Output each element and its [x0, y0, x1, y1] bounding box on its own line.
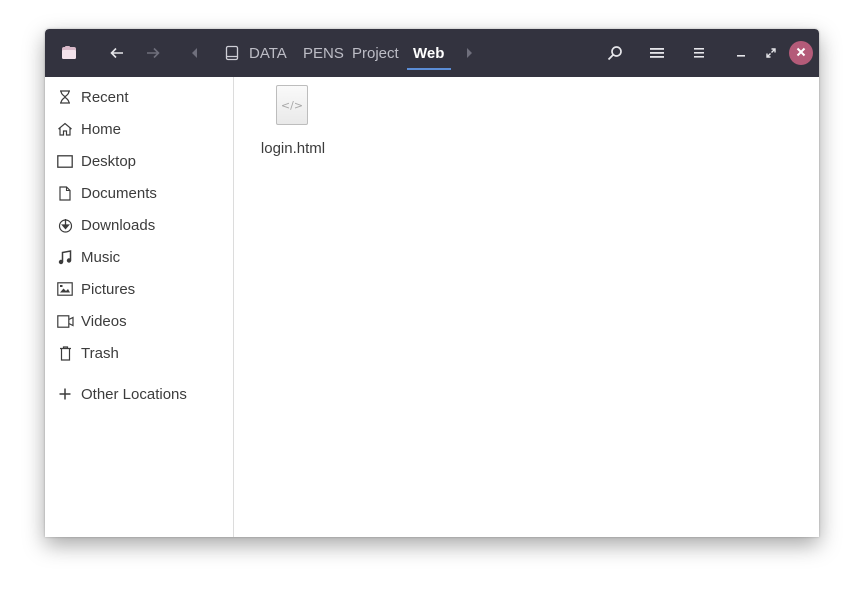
close-icon	[796, 44, 806, 62]
sidebar-item-label: Pictures	[81, 280, 136, 298]
close-button[interactable]	[789, 41, 813, 65]
sidebar-item-label: Documents	[81, 184, 157, 202]
header-bar: DATA PENS Project Web	[45, 29, 819, 77]
active-breadcrumb-indicator	[407, 68, 451, 70]
back-button[interactable]	[105, 29, 129, 77]
search-icon	[607, 45, 623, 61]
sidebar-item-videos[interactable]: Videos	[45, 305, 233, 337]
sidebar-item-label: Home	[81, 120, 122, 138]
places-sidebar: Recent Home Desktop Documents Downloads	[45, 77, 234, 537]
hamburger-menu-icon	[693, 46, 705, 60]
download-icon	[56, 216, 74, 234]
sidebar-item-label: Desktop	[81, 152, 137, 170]
trash-icon	[56, 344, 74, 362]
sidebar-item-music[interactable]: Music	[45, 241, 233, 273]
video-camera-icon	[56, 312, 74, 330]
document-icon	[56, 184, 74, 202]
minimize-icon	[736, 48, 746, 58]
home-icon	[56, 120, 74, 138]
sidebar-item-label: Trash	[81, 344, 119, 362]
sidebar-item-downloads[interactable]: Downloads	[45, 209, 233, 241]
sidebar-item-pictures[interactable]: Pictures	[45, 273, 233, 305]
minimize-button[interactable]	[733, 29, 749, 77]
html-file-icon: </>	[276, 85, 308, 125]
breadcrumb-scroll-left-button[interactable]	[187, 29, 203, 77]
view-toggle-button[interactable]	[645, 29, 669, 77]
sidebar-item-label: Music	[81, 248, 121, 266]
sidebar-item-other-locations[interactable]: Other Locations	[45, 378, 233, 410]
file-view[interactable]: </> login.html	[234, 77, 819, 537]
breadcrumb-scroll-right-button[interactable]	[461, 29, 477, 77]
sidebar-item-documents[interactable]: Documents	[45, 177, 233, 209]
maximize-button[interactable]	[763, 29, 779, 77]
breadcrumb-project[interactable]: Project	[352, 29, 399, 77]
sidebar-item-desktop[interactable]: Desktop	[45, 145, 233, 177]
chevron-right-icon	[465, 48, 473, 58]
hourglass-icon	[56, 88, 74, 106]
sidebar-item-label: Other Locations	[81, 385, 187, 403]
music-note-icon	[56, 248, 74, 266]
file-name: login.html	[260, 140, 326, 157]
file-manager-window: DATA PENS Project Web Recent Home Deskto…	[45, 29, 819, 537]
sidebar-item-home[interactable]: Home	[45, 113, 233, 145]
sidebar-item-label: Recent	[81, 88, 129, 106]
maximize-icon	[766, 48, 776, 58]
drive-icon[interactable]	[224, 29, 240, 77]
arrow-right-icon	[146, 46, 160, 60]
file-item[interactable]: </> login.html	[248, 85, 338, 157]
desktop-icon	[56, 152, 74, 170]
breadcrumb-data[interactable]: DATA	[249, 29, 287, 77]
search-button[interactable]	[603, 29, 627, 77]
sidebar-item-label: Downloads	[81, 216, 156, 234]
arrow-left-icon	[110, 46, 124, 60]
forward-button[interactable]	[141, 29, 165, 77]
chevron-left-icon	[191, 48, 199, 58]
plus-icon	[56, 385, 74, 403]
breadcrumb-pens[interactable]: PENS	[303, 29, 344, 77]
sidebar-item-label: Videos	[81, 312, 127, 330]
menu-button[interactable]	[687, 29, 711, 77]
app-folder-icon	[57, 29, 81, 77]
picture-icon	[56, 280, 74, 298]
sidebar-item-trash[interactable]: Trash	[45, 337, 233, 369]
list-view-icon	[649, 46, 665, 60]
svg-text:</>: </>	[281, 99, 303, 112]
sidebar-item-recent[interactable]: Recent	[45, 81, 233, 113]
